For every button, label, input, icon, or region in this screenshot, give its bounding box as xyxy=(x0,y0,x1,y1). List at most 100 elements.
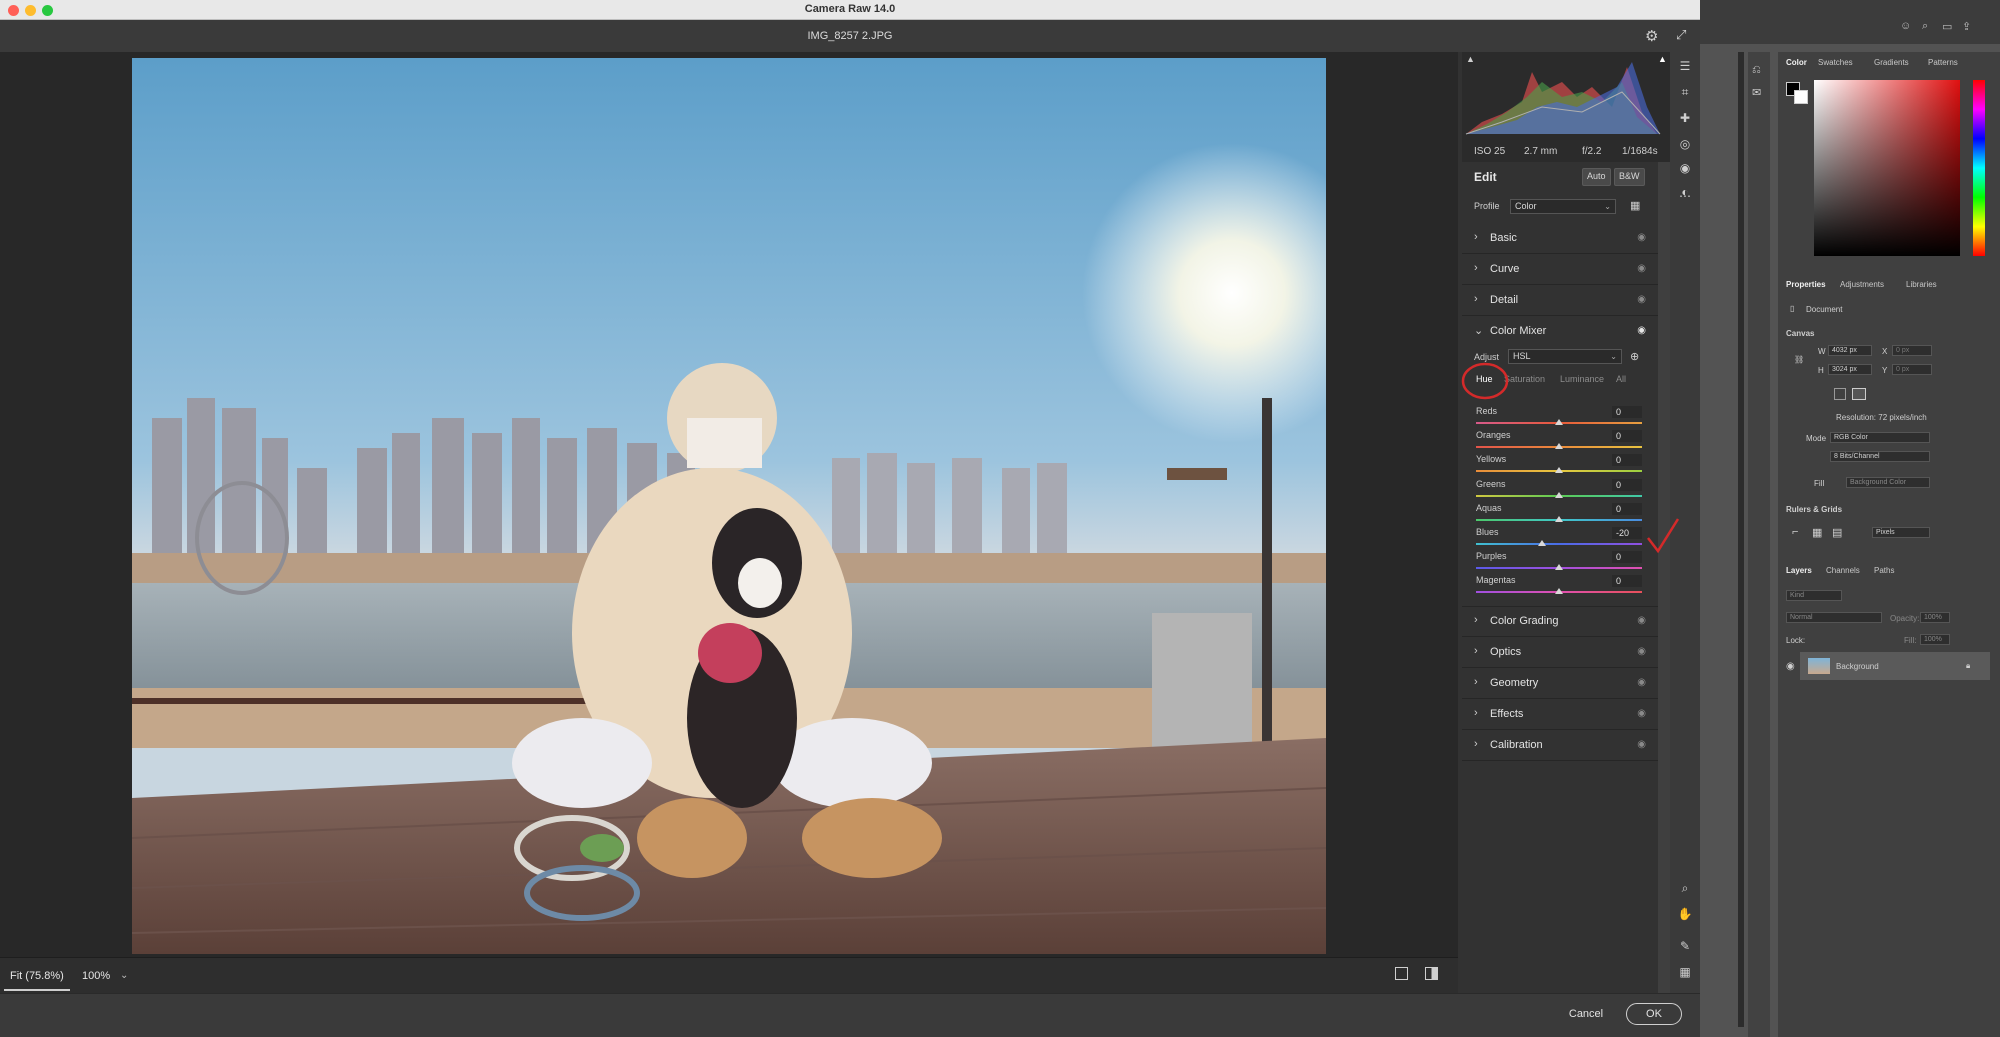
eye-icon[interactable]: ◉ xyxy=(1637,677,1646,688)
photoshop-scrollbar[interactable] xyxy=(1738,52,1744,1027)
tab-properties[interactable]: Properties xyxy=(1786,280,1826,289)
history-icon[interactable]: ⎌ xyxy=(1752,64,1761,77)
slider-thumb[interactable] xyxy=(1555,419,1563,425)
slider-value-field[interactable]: 0 xyxy=(1612,551,1642,564)
hand-tool-icon[interactable]: ✋ xyxy=(1677,906,1693,922)
color-picker-field[interactable] xyxy=(1814,80,1960,256)
before-after-view-icon[interactable] xyxy=(1425,967,1438,980)
comment-icon[interactable]: ✉ xyxy=(1752,86,1761,99)
eye-icon[interactable]: ◉ xyxy=(1637,739,1646,750)
slider-value-field[interactable]: 0 xyxy=(1612,502,1642,515)
slider-yellows[interactable]: Yellows 0 xyxy=(1474,454,1644,478)
slider-value-field[interactable]: 0 xyxy=(1612,406,1642,418)
section-detail[interactable]: › Detail ◉ xyxy=(1462,285,1658,316)
tab-saturation[interactable]: Saturation xyxy=(1504,374,1545,384)
slider-thumb[interactable] xyxy=(1555,588,1563,595)
chevron-down-icon[interactable]: ⌄ xyxy=(1474,324,1483,337)
section-basic[interactable]: › Basic ◉ xyxy=(1462,223,1658,254)
section-optics[interactable]: › Optics ◉ xyxy=(1462,637,1658,668)
blend-mode-dropdown[interactable]: Normal xyxy=(1786,612,1882,623)
tab-hue[interactable]: Hue xyxy=(1476,374,1493,384)
eye-icon[interactable]: ◉ xyxy=(1637,325,1646,336)
slider-greens[interactable]: Greens 0 xyxy=(1474,478,1644,503)
eyedropper-icon[interactable]: ✎ xyxy=(1677,938,1693,954)
section-geometry[interactable]: › Geometry ◉ xyxy=(1462,668,1658,699)
search-icon[interactable]: ⌕ xyxy=(1922,20,1928,33)
slider-value-field[interactable]: -20 xyxy=(1612,527,1642,539)
tab-libraries[interactable]: Libraries xyxy=(1906,280,1937,289)
mode-dropdown[interactable]: RGB Color xyxy=(1830,432,1930,443)
width-field[interactable]: 4032 px xyxy=(1828,345,1872,356)
slider-aquas[interactable]: Aquas 0 xyxy=(1474,502,1644,527)
slider-reds[interactable]: Reds 0 xyxy=(1474,406,1644,430)
link-dimensions-icon[interactable]: ⛓ xyxy=(1794,355,1804,364)
slider-thumb[interactable] xyxy=(1555,564,1563,571)
section-color-grading[interactable]: › Color Grading ◉ xyxy=(1462,606,1658,637)
zoom-dropdown-chevron-down-icon[interactable]: ⌄ xyxy=(120,970,128,981)
zoom-tool-icon[interactable]: ⌕ xyxy=(1677,880,1693,896)
slider-value-field[interactable]: 0 xyxy=(1612,575,1642,588)
layer-name[interactable]: Background xyxy=(1836,662,1879,671)
grid-icon[interactable]: ▦ xyxy=(1812,526,1822,539)
section-effects[interactable]: › Effects ◉ xyxy=(1462,699,1658,730)
red-eye-icon[interactable]: ◉ xyxy=(1677,160,1693,176)
landscape-orientation-icon[interactable] xyxy=(1852,388,1866,400)
fill-opacity-field[interactable]: 100% xyxy=(1920,634,1950,645)
tab-patterns[interactable]: Patterns xyxy=(1928,58,1958,67)
slider-thumb[interactable] xyxy=(1538,540,1547,546)
eye-icon[interactable]: ◉ xyxy=(1637,646,1646,657)
healing-icon[interactable]: ✚ xyxy=(1677,110,1693,126)
hue-strip[interactable] xyxy=(1973,80,1985,256)
tab-paths[interactable]: Paths xyxy=(1874,566,1894,575)
edit-sliders-icon[interactable]: ☰ xyxy=(1677,58,1693,74)
ruler-icon[interactable]: ⌐ xyxy=(1792,526,1798,538)
zoom-100-button[interactable]: 100% xyxy=(82,970,110,982)
slider-value-field[interactable]: 0 xyxy=(1612,430,1642,443)
workspace-icon[interactable]: ▭ xyxy=(1942,20,1952,33)
slider-thumb[interactable] xyxy=(1555,467,1563,474)
section-calibration[interactable]: › Calibration ◉ xyxy=(1462,730,1658,761)
profile-dropdown[interactable]: Color ⌄ xyxy=(1510,199,1616,214)
slider-magentas[interactable]: Magentas 0 xyxy=(1474,575,1644,599)
eye-icon[interactable]: ◉ xyxy=(1637,615,1646,626)
slider-thumb[interactable] xyxy=(1555,515,1563,522)
single-view-icon[interactable] xyxy=(1395,967,1408,980)
slider-oranges[interactable]: Oranges 0 xyxy=(1474,430,1644,454)
tab-layers[interactable]: Layers xyxy=(1786,566,1812,575)
section-color-mixer-label[interactable]: Color Mixer xyxy=(1490,325,1546,337)
slider-value-field[interactable]: 0 xyxy=(1612,454,1642,467)
portrait-orientation-icon[interactable] xyxy=(1834,388,1846,400)
eye-icon[interactable]: ◉ xyxy=(1637,708,1646,719)
tab-all[interactable]: All xyxy=(1616,374,1626,384)
slider-value-field[interactable]: 0 xyxy=(1612,478,1642,491)
height-field[interactable]: 3024 px xyxy=(1828,364,1872,375)
grid-overlay-icon[interactable]: ▦ xyxy=(1677,964,1693,980)
user-icon[interactable]: ☺ xyxy=(1900,20,1911,32)
bw-button[interactable]: B&W xyxy=(1614,168,1645,186)
opacity-field[interactable]: 100% xyxy=(1920,612,1950,623)
adjust-dropdown[interactable]: HSL ⌄ xyxy=(1508,349,1622,364)
profile-browser-grid-icon[interactable]: ▦ xyxy=(1630,199,1640,212)
slider-track[interactable] xyxy=(1476,543,1642,545)
guides-icon[interactable]: ▤ xyxy=(1832,526,1842,539)
units-dropdown[interactable]: Pixels xyxy=(1872,527,1930,538)
tab-swatches[interactable]: Swatches xyxy=(1818,58,1853,67)
share-icon[interactable]: ⇪ xyxy=(1962,20,1971,33)
tab-color[interactable]: Color xyxy=(1786,58,1807,67)
tab-luminance[interactable]: Luminance xyxy=(1560,374,1604,384)
slider-blues[interactable]: Blues -20 xyxy=(1474,527,1644,551)
x-field[interactable]: 0 px xyxy=(1892,345,1932,356)
tab-gradients[interactable]: Gradients xyxy=(1874,58,1909,67)
background-color-swatch[interactable] xyxy=(1794,90,1808,104)
tab-channels[interactable]: Channels xyxy=(1826,566,1860,575)
masking-icon[interactable]: ◎ xyxy=(1677,136,1693,152)
eye-icon[interactable]: ◉ xyxy=(1637,232,1646,243)
slider-thumb[interactable] xyxy=(1555,443,1563,450)
fill-dropdown[interactable]: Background Color xyxy=(1846,477,1930,488)
ok-button[interactable]: OK xyxy=(1626,1003,1682,1025)
eye-icon[interactable]: ◉ xyxy=(1637,294,1646,305)
zoom-fit-button[interactable]: Fit (75.8%) xyxy=(10,970,64,982)
targeted-adjustment-icon[interactable]: ⊕ xyxy=(1630,350,1639,363)
layer-kind-filter[interactable]: Kind xyxy=(1786,590,1842,601)
auto-button[interactable]: Auto xyxy=(1582,168,1611,186)
